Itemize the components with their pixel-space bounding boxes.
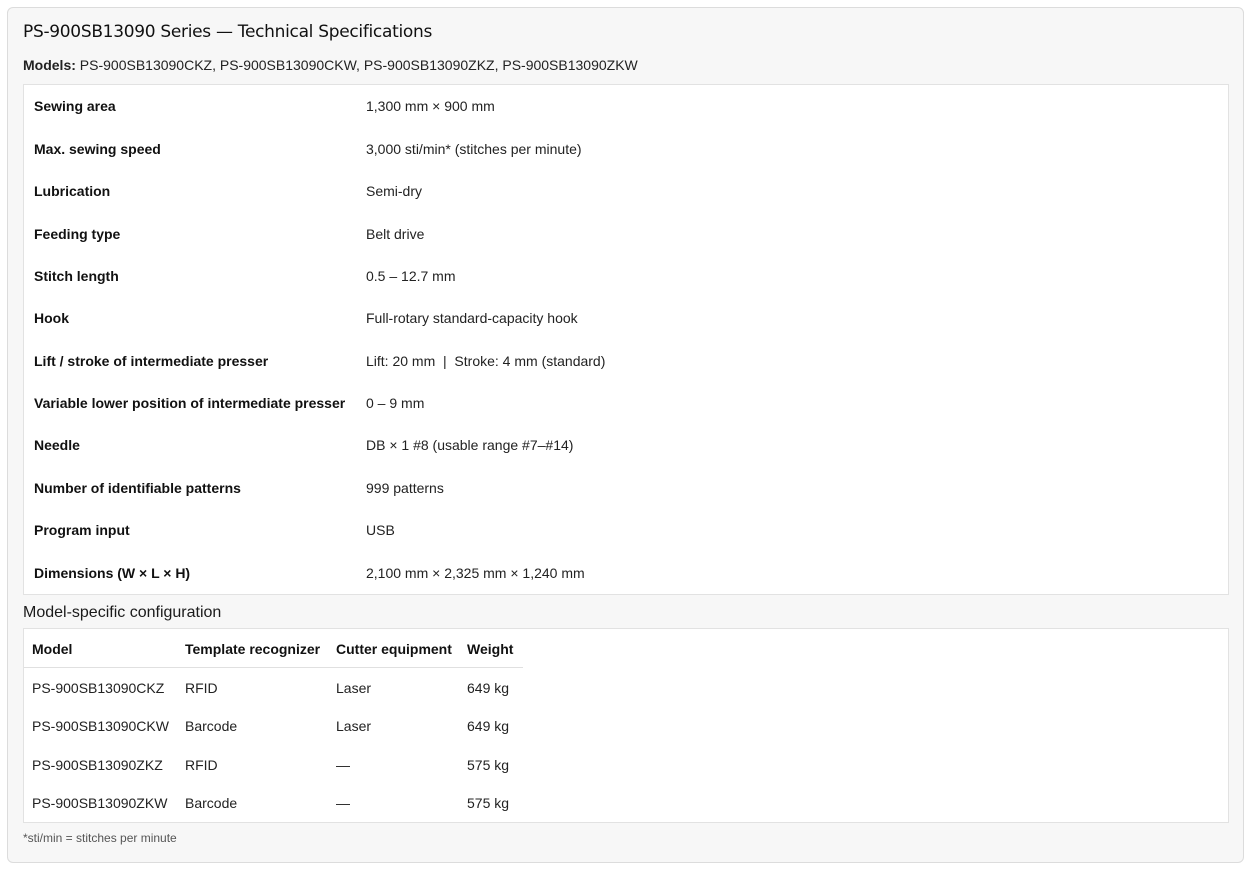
- table-cell-recognizer: Barcode: [185, 795, 238, 811]
- spec-label: Lubrication: [34, 183, 111, 199]
- spec-row: Dimensions (W × L × H) 2,100 mm × 2,325 …: [24, 563, 1228, 583]
- spec-value: 0.5 – 12.7 mm: [366, 268, 456, 284]
- spec-row: Variable lower position of intermediate …: [24, 393, 1228, 413]
- column-header-model: Model: [32, 641, 73, 657]
- table-cell-model: PS-900SB13090ZKZ: [32, 757, 163, 773]
- spec-value: 0 – 9 mm: [366, 395, 425, 411]
- spec-value: 2,100 mm × 2,325 mm × 1,240 mm: [366, 565, 585, 581]
- spec-value: 999 patterns: [366, 480, 444, 496]
- spec-label: Dimensions (W × L × H): [34, 565, 191, 581]
- spec-row: Hook Full-rotary standard-capacity hook: [24, 308, 1228, 328]
- column-header-weight: Weight: [467, 641, 514, 657]
- footnote: *sti/min = stitches per minute: [23, 831, 177, 845]
- models-list: PS-900SB13090CKZ, PS-900SB13090CKW, PS-9…: [79, 57, 638, 73]
- spec-value: Lift: 20 mm | Stroke: 4 mm (standard): [366, 353, 606, 369]
- table-cell-cutter: —: [336, 795, 350, 811]
- spec-row: Program input USB: [24, 520, 1228, 540]
- spec-value: 1,300 mm × 900 mm: [366, 98, 495, 114]
- spec-card: PS-900SB13090 Series — Technical Specifi…: [7, 7, 1244, 863]
- spec-value: Semi-dry: [366, 183, 423, 199]
- models-label: Models:: [23, 57, 76, 73]
- spec-label: Program input: [34, 522, 130, 538]
- spec-row: Stitch length 0.5 – 12.7 mm: [24, 266, 1228, 286]
- spec-row: Needle DB × 1 #8 (usable range #7–#14): [24, 435, 1228, 455]
- config-section-title: Model-specific configuration: [23, 604, 222, 621]
- table-cell-cutter: Laser: [336, 718, 372, 734]
- column-header-template-recognizer: Template recognizer: [185, 641, 321, 657]
- spec-value: USB: [366, 522, 395, 538]
- spec-row: Lift / stroke of intermediate presser Li…: [24, 351, 1228, 371]
- spec-label: Needle: [34, 437, 80, 453]
- spec-row: Sewing area 1,300 mm × 900 mm: [24, 96, 1228, 116]
- table-cell-weight: 575 kg: [467, 757, 510, 773]
- table-cell-model: PS-900SB13090ZKW: [32, 795, 168, 811]
- spec-row: Max. sewing speed 3,000 sti/min* (stitch…: [24, 139, 1228, 159]
- page-title: PS-900SB13090 Series — Technical Specifi…: [23, 22, 433, 42]
- table-cell-model: PS-900SB13090CKZ: [32, 680, 165, 696]
- spec-label: Number of identifiable patterns: [34, 480, 241, 496]
- spec-value: Full-rotary standard-capacity hook: [366, 310, 578, 326]
- table-cell-weight: 575 kg: [467, 795, 510, 811]
- column-header-cutter-equipment: Cutter equipment: [336, 641, 452, 657]
- models-line: Models: PS-900SB13090CKZ, PS-900SB13090C…: [23, 57, 638, 73]
- table-cell-cutter: Laser: [336, 680, 372, 696]
- table-cell-cutter: —: [336, 757, 350, 773]
- spec-label: Hook: [34, 310, 69, 326]
- config-table: Model Template recognizer Cutter equipme…: [23, 628, 1229, 823]
- spec-row: Number of identifiable patterns 999 patt…: [24, 478, 1228, 498]
- header-divider: [24, 667, 523, 668]
- spec-value: 3,000 sti/min* (stitches per minute): [366, 141, 582, 157]
- spec-table: Sewing area 1,300 mm × 900 mm Max. sewin…: [23, 84, 1229, 595]
- spec-row: Feeding type Belt drive: [24, 224, 1228, 244]
- table-cell-recognizer: RFID: [185, 757, 218, 773]
- spec-value: DB × 1 #8 (usable range #7–#14): [366, 437, 574, 453]
- table-cell-weight: 649 kg: [467, 680, 510, 696]
- spec-label: Lift / stroke of intermediate presser: [34, 353, 269, 369]
- spec-label: Stitch length: [34, 268, 119, 284]
- table-cell-model: PS-900SB13090CKW: [32, 718, 169, 734]
- spec-label: Feeding type: [34, 226, 121, 242]
- table-cell-weight: 649 kg: [467, 718, 510, 734]
- spec-row: Lubrication Semi-dry: [24, 181, 1228, 201]
- table-cell-recognizer: RFID: [185, 680, 218, 696]
- spec-label: Max. sewing speed: [34, 141, 161, 157]
- table-cell-recognizer: Barcode: [185, 718, 238, 734]
- spec-label: Sewing area: [34, 98, 116, 114]
- spec-label: Variable lower position of intermediate …: [34, 395, 346, 411]
- spec-value: Belt drive: [366, 226, 425, 242]
